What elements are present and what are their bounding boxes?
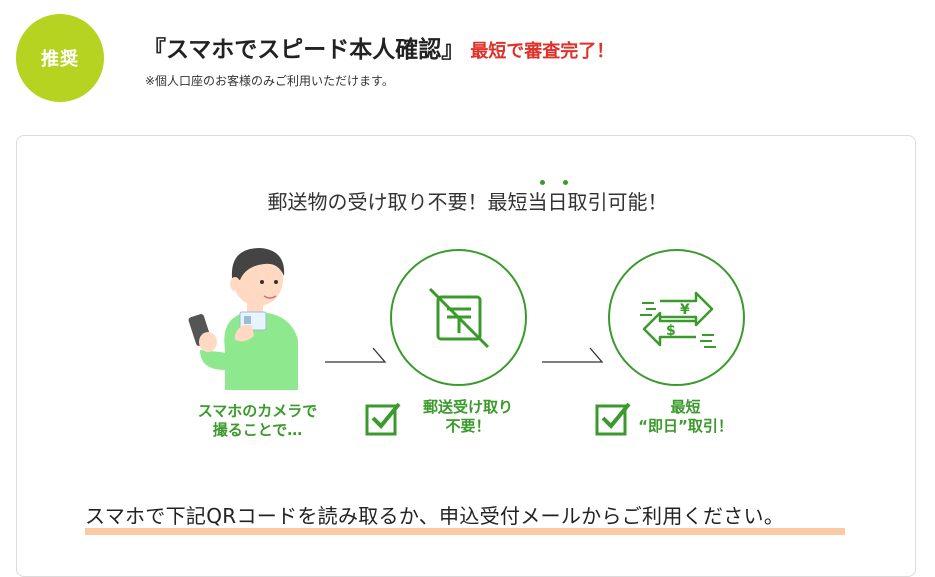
emphasis-dot: [540, 180, 545, 185]
step-arrow: [325, 347, 387, 363]
same-day-trade-circle: ¥ $: [608, 249, 745, 386]
no-mail-circle: [390, 249, 527, 386]
qr-instruction: スマホで下記QRコードを読み取るか、申込受付メールからご利用ください。: [85, 504, 785, 528]
svg-text:¥: ¥: [680, 302, 690, 318]
step-caption-same-day: 最短 “即日”取引！: [628, 398, 743, 436]
checkbox-icon: [365, 402, 401, 436]
highlight-underline: [85, 528, 845, 535]
eligibility-note: ※個人口座のお客様のみご利用いただけます。: [145, 74, 394, 88]
caption-line: “即日”取引！: [638, 417, 733, 435]
badge-label: 推奨: [41, 49, 79, 70]
svg-text:$: $: [666, 323, 676, 339]
title-accent: 最短で審査完了！: [470, 41, 615, 62]
caption-line: 不要！: [445, 417, 491, 435]
person-with-phone-illustration: [188, 248, 298, 390]
title-main: 『スマホでスピード本人確認』: [143, 37, 465, 63]
currency-exchange-icon: ¥ $: [640, 291, 716, 348]
emphasis-dot: [563, 180, 568, 185]
step-caption-no-mail: 郵送受け取り 不要！: [408, 398, 528, 436]
step-arrow: [542, 347, 604, 363]
caption-line: 撮ることで…: [212, 421, 303, 439]
no-mail-icon: [428, 287, 490, 349]
caption-line: 最短: [670, 398, 701, 416]
caption-line: スマホのカメラで: [197, 402, 318, 420]
caption-line: 郵送受け取り: [422, 398, 513, 416]
card-headline: 郵送物の受け取り不要！最短当日取引可能！: [267, 190, 668, 214]
recommended-badge: 推奨: [16, 14, 104, 102]
step-caption-camera: スマホのカメラで 撮ることで…: [185, 402, 330, 440]
page-title: 『スマホでスピード本人確認』 最短で審査完了！: [143, 30, 614, 64]
